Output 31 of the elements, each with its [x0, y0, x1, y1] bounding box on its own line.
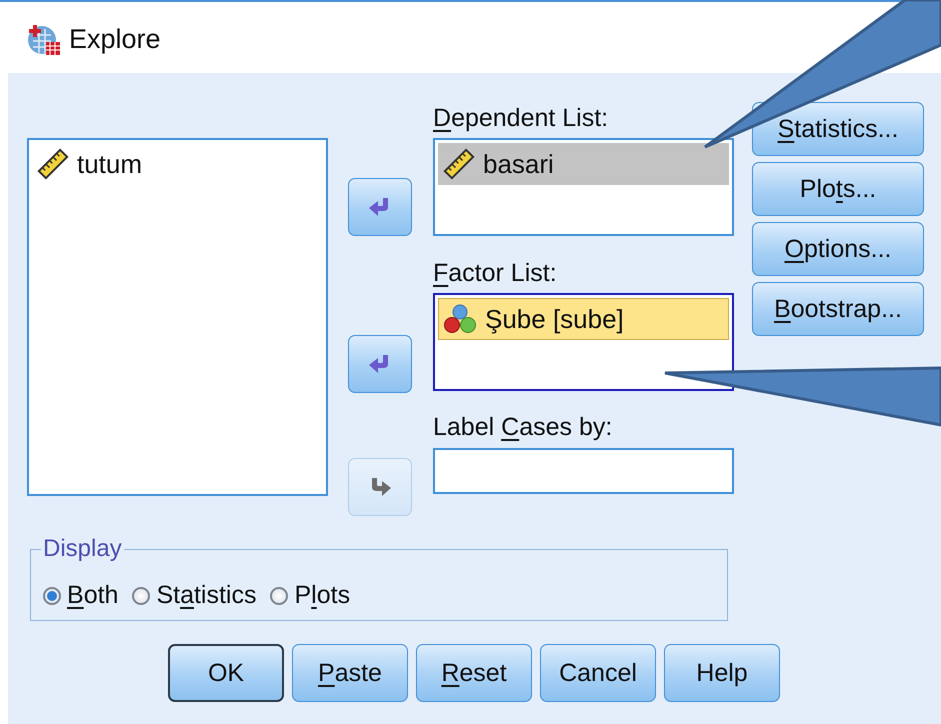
dialog-button[interactable]: Plots...	[752, 162, 924, 216]
source-variable-list[interactable]: tutum	[27, 138, 328, 496]
move-arrow-button[interactable]	[348, 335, 412, 393]
move-arrow-button[interactable]	[348, 178, 412, 236]
three-balls-icon	[443, 302, 477, 336]
radio-button[interactable]	[132, 586, 150, 604]
dialog-button[interactable]: Bootstrap...	[752, 282, 924, 336]
label-cases-field[interactable]	[433, 448, 734, 494]
app-window-icon	[27, 22, 61, 56]
radio-button[interactable]	[43, 586, 61, 604]
dialog-button[interactable]: Options...	[752, 222, 924, 276]
dialog-button[interactable]: Cancel	[540, 644, 656, 702]
variable-item[interactable]: basari	[438, 143, 729, 185]
dialog-button[interactable]: Statistics...	[752, 102, 924, 156]
label-cases-label: Label Cases by:	[433, 412, 614, 443]
dependent-list[interactable]: basari	[433, 138, 734, 236]
factor-list-label: Factor List:	[433, 258, 558, 289]
factor-list[interactable]: Şube [sube]	[433, 293, 734, 391]
radio-option[interactable]: Both	[43, 581, 118, 610]
radio-button[interactable]	[270, 586, 288, 604]
display-legend: Display	[41, 535, 124, 563]
window-title: Explore	[69, 24, 161, 55]
variable-item[interactable]: tutum	[32, 143, 323, 185]
dialog-button[interactable]: Reset	[416, 644, 532, 702]
dialog-button[interactable]: Paste	[292, 644, 408, 702]
dialog-button[interactable]: Help	[664, 644, 780, 702]
dialog-button[interactable]: OK	[168, 644, 284, 702]
radio-option[interactable]: Statistics	[132, 581, 256, 610]
dependent-list-label: Dependent List:	[433, 103, 610, 134]
radio-option[interactable]: Plots	[270, 581, 350, 610]
variable-item[interactable]: Şube [sube]	[438, 298, 729, 340]
